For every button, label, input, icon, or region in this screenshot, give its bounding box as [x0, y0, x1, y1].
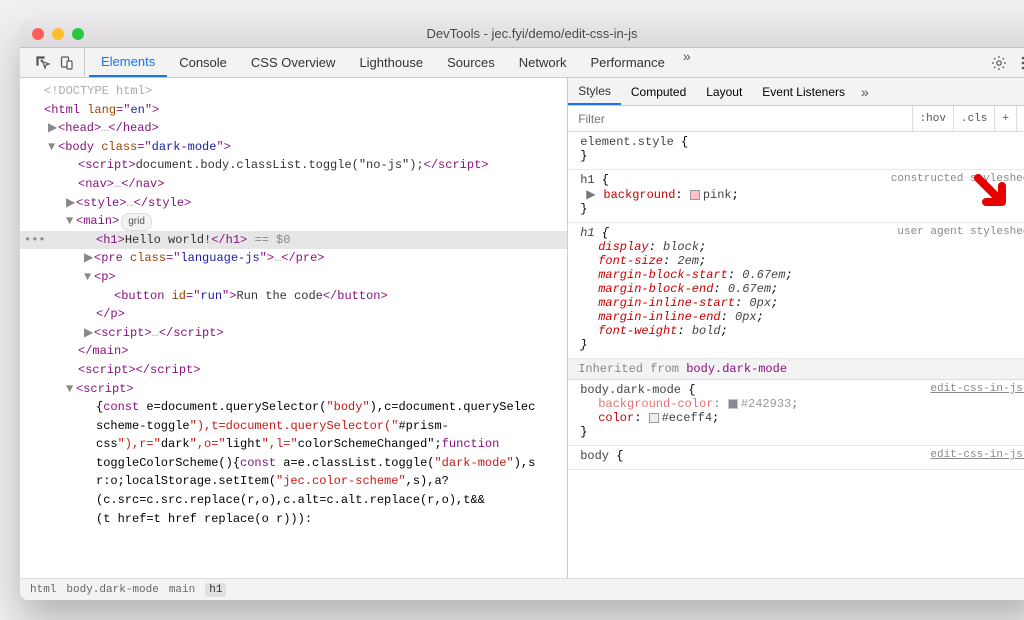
twisty-icon[interactable]: ▼ — [66, 212, 76, 231]
devtools-window: DevTools - jec.fyi/demo/edit-css-in-js E… — [20, 20, 1024, 600]
doctype-node: <!DOCTYPE html> — [44, 84, 152, 98]
tab-performance[interactable]: Performance — [578, 48, 676, 77]
color-swatch[interactable] — [649, 413, 659, 423]
color-swatch[interactable] — [728, 399, 738, 409]
crumb-active[interactable]: h1 — [205, 583, 226, 597]
twisty-icon[interactable]: ▼ — [66, 380, 76, 399]
tabs-overflow[interactable]: » — [677, 48, 697, 77]
grid-badge[interactable]: grid — [121, 213, 152, 231]
tab-lighthouse[interactable]: Lighthouse — [347, 48, 435, 77]
main-toolbar: Elements Console CSS Overview Lighthouse… — [20, 48, 1024, 78]
twisty-icon[interactable]: ▶ — [84, 324, 94, 343]
new-rule-button[interactable]: + — [994, 106, 1016, 131]
tab-console[interactable]: Console — [167, 48, 239, 77]
panel-position-icon[interactable] — [1016, 106, 1024, 131]
annotation-arrow-icon — [972, 172, 1014, 214]
rule-body-dark-mode[interactable]: edit-css-in-js:1 body.dark-mode { backgr… — [568, 380, 1024, 446]
tab-css-overview[interactable]: CSS Overview — [239, 48, 348, 77]
kebab-icon[interactable] — [1012, 52, 1024, 74]
rule-h1-ua: user agent stylesheet h1 { display: bloc… — [568, 223, 1024, 359]
twisty-icon[interactable]: ▶ — [84, 249, 94, 268]
rule-h1-constructed[interactable]: constructed stylesheet h1 { ▶ background… — [568, 170, 1024, 223]
inherited-from-element[interactable]: body.dark-mode — [686, 362, 787, 376]
twisty-icon[interactable]: ▼ — [48, 138, 58, 157]
window-title: DevTools - jec.fyi/demo/edit-css-in-js — [20, 26, 1024, 41]
crumb[interactable]: body.dark-mode — [66, 584, 158, 596]
device-mode-icon[interactable] — [56, 52, 78, 74]
dom-tree[interactable]: <!DOCTYPE html> <html lang="en"> ▶<head>… — [20, 78, 567, 578]
styles-tab-layout[interactable]: Layout — [696, 78, 752, 105]
crumb[interactable]: main — [169, 584, 195, 596]
titlebar: DevTools - jec.fyi/demo/edit-css-in-js — [20, 20, 1024, 48]
styles-tabs: Styles Computed Layout Event Listeners » — [568, 78, 1024, 106]
panel-tabs: Elements Console CSS Overview Lighthouse… — [89, 48, 980, 77]
style-source[interactable]: edit-css-in-js:1 — [930, 383, 1024, 395]
tab-sources[interactable]: Sources — [435, 48, 507, 77]
more-actions-icon[interactable]: ••• — [24, 231, 46, 250]
cls-button[interactable]: .cls — [953, 106, 994, 131]
dom-breadcrumb: html body.dark-mode main h1 — [20, 578, 1024, 600]
rule-element-style[interactable]: element.style { } — [568, 132, 1024, 170]
twisty-icon[interactable]: ▶ — [586, 187, 596, 202]
gear-icon[interactable] — [988, 52, 1010, 74]
hov-button[interactable]: :hov — [912, 106, 953, 131]
twisty-icon[interactable]: ▶ — [66, 194, 76, 213]
styles-body[interactable]: element.style { } constructed stylesheet… — [568, 132, 1024, 578]
main-content: <!DOCTYPE html> <html lang="en"> ▶<head>… — [20, 78, 1024, 578]
style-source[interactable]: edit-css-in-js:1 — [930, 449, 1024, 461]
inspect-icon[interactable] — [32, 52, 54, 74]
styles-filter-input[interactable] — [568, 106, 911, 131]
styles-tab-event-listeners[interactable]: Event Listeners — [752, 78, 855, 105]
script-source: {const e=document.querySelector("body"),… — [20, 398, 567, 528]
styles-tabs-overflow[interactable]: » — [855, 84, 875, 100]
styles-tab-computed[interactable]: Computed — [621, 78, 696, 105]
color-swatch[interactable] — [690, 190, 700, 200]
crumb[interactable]: html — [30, 584, 56, 596]
styles-filter-row: :hov .cls + — [568, 106, 1024, 132]
twisty-icon[interactable]: ▶ — [48, 119, 58, 138]
twisty-icon[interactable]: ▼ — [84, 268, 94, 287]
styles-tab-styles[interactable]: Styles — [568, 78, 621, 105]
tab-network[interactable]: Network — [507, 48, 579, 77]
inherited-from-bar: Inherited from body.dark-mode — [568, 359, 1024, 380]
tab-elements[interactable]: Elements — [89, 48, 167, 77]
style-source: user agent stylesheet — [897, 226, 1024, 238]
styles-panel: Styles Computed Layout Event Listeners »… — [567, 78, 1024, 578]
selected-node[interactable]: ••• <h1>Hello world!</h1> == $0 — [20, 231, 567, 250]
rule-body[interactable]: edit-css-in-js:1 body { — [568, 446, 1024, 470]
